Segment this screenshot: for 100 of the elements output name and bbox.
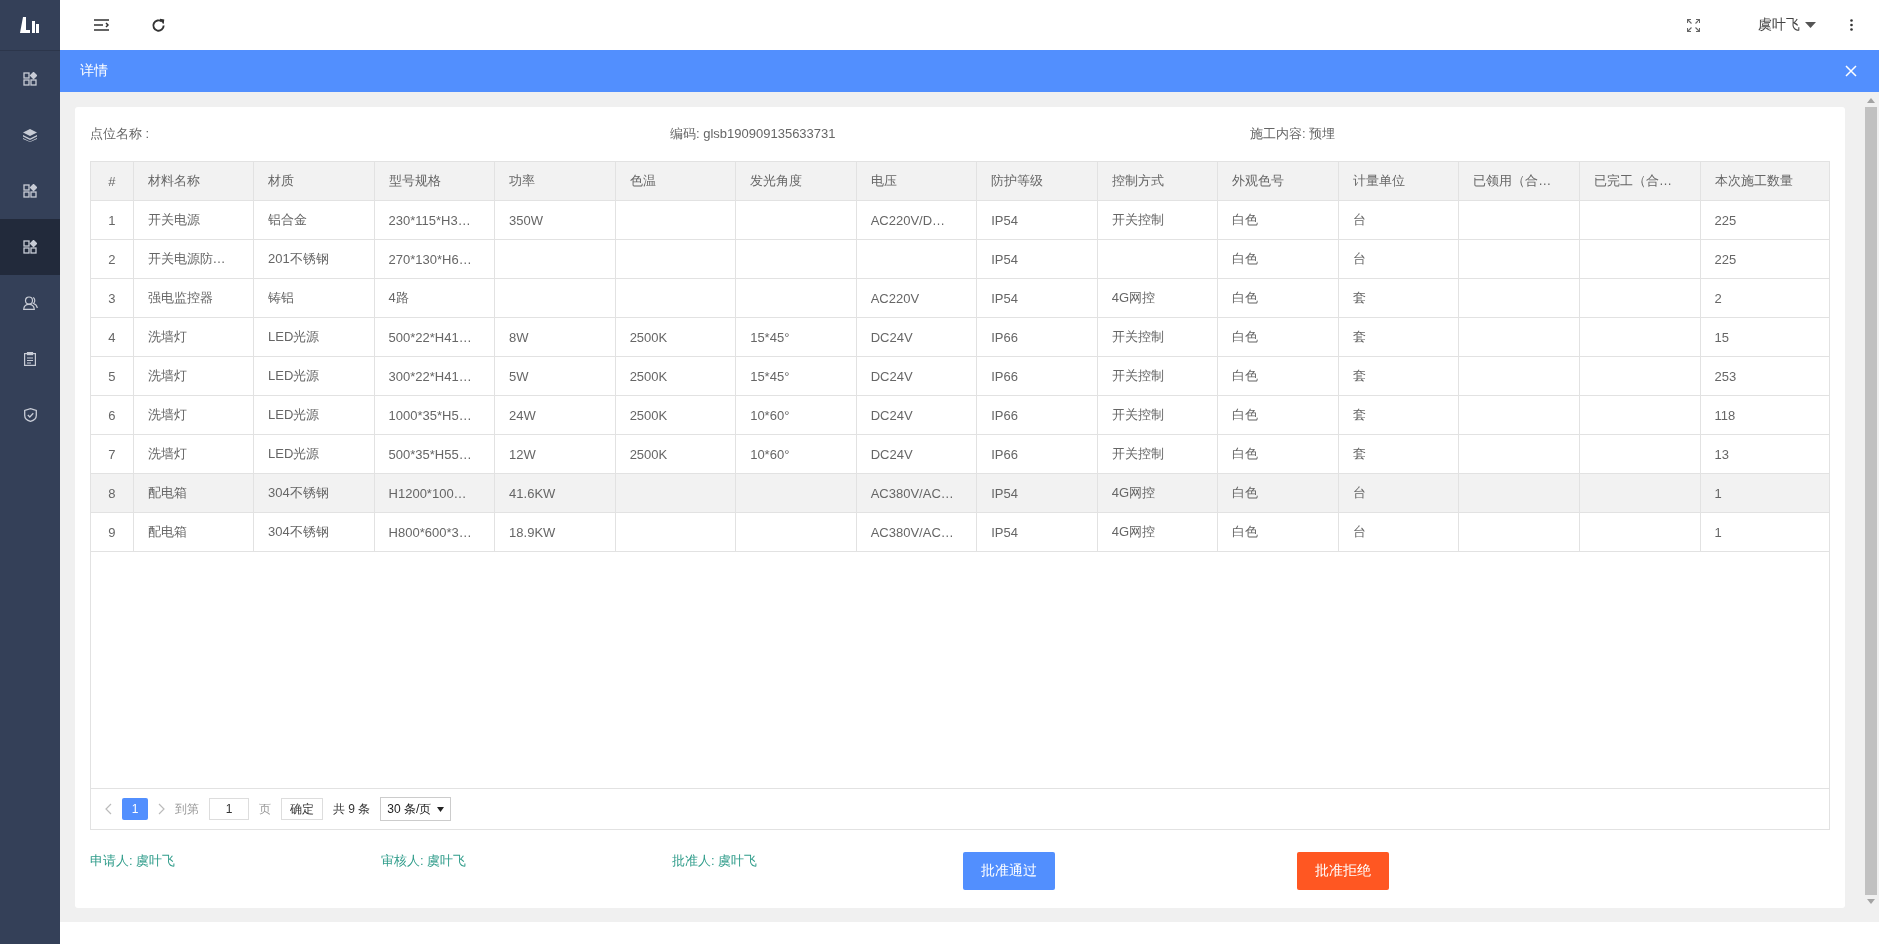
info-field: 点位名称 : — [90, 125, 670, 143]
table-cell: 2 — [1714, 290, 1722, 306]
column-header: 防护等级 — [976, 162, 1098, 201]
table-cell: 4G网控 — [1111, 290, 1156, 305]
goto-label: 到第 — [175, 800, 199, 818]
table-cell: 7 — [108, 446, 116, 462]
dialog-title: 详情 — [80, 62, 108, 80]
table-cell: 4路 — [388, 290, 409, 305]
table-cell: 41.6KW — [509, 485, 556, 501]
user-menu[interactable]: 虞叶飞 — [1754, 12, 1820, 38]
page-size-select[interactable]: 30 条/页 — [380, 797, 452, 821]
table-cell: 2 — [108, 251, 116, 267]
table-cell: 4G网控 — [1111, 524, 1156, 539]
table-cell: 白色 — [1232, 290, 1259, 305]
table-cell: 4 — [108, 329, 116, 345]
table-cell: 铸铝 — [268, 290, 295, 305]
table-cell: 配电箱 — [147, 485, 187, 500]
table-cell: 201不锈钢 — [268, 251, 329, 266]
table-row[interactable]: 3 强电监控器 铸铝 4路 AC220V IP54 4G网控 白色 套 2 — [91, 278, 1829, 318]
column-header: 已领用（合… — [1458, 162, 1580, 201]
table-cell: 白色 — [1232, 407, 1259, 422]
confirm-button[interactable]: 确定 — [281, 798, 323, 820]
table-row[interactable]: 5 洗墙灯 LED光源 300*22*H41… 5W 2500K 15*45° DC24V IP66 开关控制 白色 套 253 — [91, 356, 1829, 396]
table-cell: 9 — [108, 524, 116, 540]
table-cell: 300*22*H41… — [388, 368, 472, 384]
table-cell: 套 — [1352, 446, 1366, 461]
table-cell: LED光源 — [268, 446, 320, 461]
info-field: 编码: glsb190909135633731 — [670, 125, 1250, 143]
table-cell: 2500K — [629, 407, 668, 423]
table-cell: 15*45° — [750, 368, 790, 384]
table-cell: 配电箱 — [147, 524, 187, 539]
table-cell: 5 — [108, 368, 116, 384]
column-header: 材质 — [253, 162, 375, 201]
column-header: 型号规格 — [374, 162, 495, 201]
table-cell: 白色 — [1232, 524, 1259, 539]
table-cell: 台 — [1352, 524, 1366, 539]
sidebar-item[interactable] — [0, 219, 60, 275]
page-input[interactable]: 1 — [209, 798, 249, 820]
table-cell: 白色 — [1232, 329, 1259, 344]
previous-page-icon[interactable] — [105, 803, 112, 815]
table-cell: 13 — [1714, 446, 1729, 462]
table-cell: 开关控制 — [1111, 329, 1164, 344]
table-cell: 15*45° — [750, 329, 790, 345]
table-row[interactable]: 9 配电箱 304不锈钢 H800*600*3… 18.9KW AC380V/AC… IP54 4G网控 白色 台 1 — [91, 512, 1829, 552]
table-cell: AC220V/D… — [870, 212, 946, 228]
refresh-icon — [151, 17, 166, 33]
table-cell: AC380V/AC… — [870, 524, 954, 540]
table-cell: DC24V — [870, 368, 913, 384]
table-cell: 225 — [1714, 212, 1737, 228]
total-count: 共 9 条 — [333, 800, 371, 818]
table-cell: 白色 — [1232, 212, 1259, 227]
table-cell: 24W — [509, 407, 536, 423]
table-cell: 18.9KW — [509, 524, 556, 540]
table-row[interactable]: 4 洗墙灯 LED光源 500*22*H41… 8W 2500K 15*45° DC24V IP66 开关控制 白色 套 15 — [91, 317, 1829, 357]
signer-label: 批准人: 虞叶飞 — [672, 852, 759, 870]
table-cell: 1 — [1714, 485, 1722, 501]
page-label: 页 — [259, 800, 271, 818]
table-cell: 开关控制 — [1111, 368, 1164, 383]
table-cell: 1 — [108, 212, 116, 228]
table-cell: 洗墙灯 — [147, 446, 187, 461]
table-cell: IP54 — [991, 485, 1018, 501]
layers-icon — [23, 128, 37, 142]
column-header: 本次施工数量 — [1700, 162, 1829, 201]
table-cell: 洗墙灯 — [147, 407, 187, 422]
column-header: 外观色号 — [1217, 162, 1339, 201]
table-row[interactable]: 8 配电箱 304不锈钢 H1200*100… 41.6KW AC380V/AC… IP54 4G网控 白色 台 1 — [91, 473, 1829, 513]
table-cell: 白色 — [1232, 446, 1259, 461]
table-cell: DC24V — [870, 329, 913, 345]
table-cell: 2500K — [629, 329, 668, 345]
table-cell: 500*22*H41… — [388, 329, 472, 345]
table-cell: 1 — [1714, 524, 1722, 540]
column-header: 控制方式 — [1097, 162, 1218, 201]
table-cell: 304不锈钢 — [268, 524, 329, 539]
table-row[interactable]: 1 开关电源 铝合金 230*115*H3… 350W AC220V/D… IP54 开关控制 白色 台 225 — [91, 200, 1829, 240]
caret-icon — [437, 806, 445, 812]
table-row[interactable]: 7 洗墙灯 LED光源 500*35*H55… 12W 2500K 10*60° DC24V IP66 开关控制 白色 套 13 — [91, 434, 1829, 474]
table-cell: LED光源 — [268, 329, 320, 344]
scroll-down-icon[interactable] — [1866, 899, 1875, 904]
table-cell: 铝合金 — [268, 212, 308, 227]
close-button[interactable] — [1843, 63, 1859, 79]
table-cell: IP54 — [991, 212, 1018, 228]
table-cell: AC380V/AC… — [870, 485, 954, 501]
table-cell: IP54 — [991, 524, 1018, 540]
table-cell: 118 — [1714, 407, 1736, 423]
table-row[interactable]: 2 开关电源防… 201不锈钢 270*130*H6… IP54 白色 台 225 — [91, 239, 1829, 279]
table-cell: 230*115*H3… — [388, 212, 471, 228]
table-cell: 开关控制 — [1111, 212, 1164, 227]
column-header: 计量单位 — [1338, 162, 1459, 201]
table-cell: 开关电源防… — [147, 251, 226, 266]
scroll-up-icon[interactable] — [1866, 98, 1875, 103]
table-cell: 304不锈钢 — [268, 485, 329, 500]
table-cell: 开关控制 — [1111, 446, 1164, 461]
next-page-icon[interactable] — [158, 803, 165, 815]
table-cell: 白色 — [1232, 251, 1259, 266]
table-row[interactable]: 6 洗墙灯 LED光源 1000*35*H5… 24W 2500K 10*60° DC24V IP66 开关控制 白色 套 118 — [91, 395, 1829, 435]
table-cell: 台 — [1352, 251, 1366, 266]
shield-icon — [23, 408, 37, 422]
user-icon — [22, 296, 38, 310]
grid-icon — [23, 240, 37, 254]
table-cell: 强电监控器 — [147, 290, 213, 305]
